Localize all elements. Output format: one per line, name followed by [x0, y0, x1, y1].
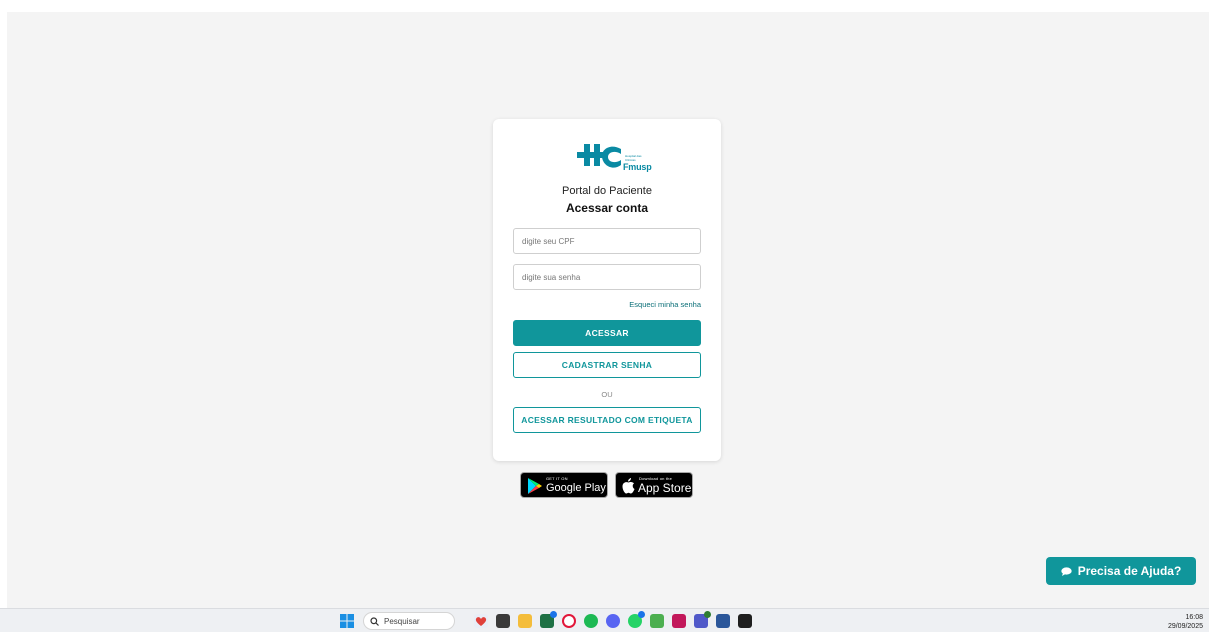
portal-subtitle: Portal do Paciente — [562, 185, 652, 197]
taskbar: Pesquisar 16:08 29/09/2025 — [0, 608, 1209, 632]
spotify-icon[interactable] — [584, 614, 598, 628]
taskbar-search[interactable]: Pesquisar — [363, 612, 455, 630]
register-password-button[interactable]: CADASTRAR SENHA — [513, 352, 701, 378]
google-play-small-text: GET IT ON — [546, 476, 568, 481]
task-view-icon[interactable] — [496, 614, 510, 628]
windows-start-icon[interactable] — [340, 614, 354, 628]
clock-date: 29/09/2025 — [1167, 623, 1203, 630]
clock-time: 16:08 — [1185, 614, 1203, 621]
notification-badge — [550, 611, 557, 618]
hc-logo-icon — [577, 144, 621, 168]
help-label: Precisa de Ajuda? — [1077, 564, 1182, 578]
or-separator: OU — [601, 390, 613, 399]
google-play-icon — [528, 478, 542, 494]
logo-fmusp-text: Fmusp — [623, 162, 652, 172]
access-result-label-button[interactable]: ACESSAR RESULTADO COM ETIQUETA — [513, 407, 701, 433]
notification-badge — [704, 611, 711, 618]
page-background: Hospital das Clínicas Fmusp Portal do Pa… — [7, 12, 1209, 608]
teams-icon[interactable] — [694, 611, 711, 628]
taskbar-search-placeholder: Pesquisar — [384, 616, 420, 626]
notification-badge — [638, 611, 645, 618]
app-icon[interactable] — [650, 614, 664, 628]
health-app-icon[interactable] — [474, 614, 488, 628]
search-icon — [370, 616, 379, 626]
word-icon[interactable] — [716, 614, 730, 628]
login-button[interactable]: ACESSAR — [513, 320, 701, 346]
hc-fmusp-logo: Hospital das Clínicas Fmusp — [573, 141, 652, 175]
cpf-input[interactable] — [513, 228, 701, 254]
excel-icon[interactable] — [540, 611, 557, 628]
google-play-badge[interactable]: GET IT ON Google Play — [520, 472, 608, 498]
heart-icon — [475, 617, 487, 626]
password-input[interactable] — [513, 264, 701, 290]
apple-icon — [622, 478, 635, 494]
app-store-big-text: App Store — [638, 481, 692, 495]
chat-bubble-icon — [1061, 566, 1072, 576]
whatsapp-icon[interactable] — [628, 611, 645, 628]
logo-small-text: Hospital das Clínicas — [625, 154, 642, 162]
system-clock[interactable]: 16:08 29/09/2025 — [1168, 613, 1203, 631]
google-play-big-text: Google Play — [546, 482, 606, 494]
app-store-badge[interactable]: Download on the App Store — [615, 472, 693, 498]
app-icon-2[interactable] — [672, 614, 686, 628]
help-chat-button[interactable]: Precisa de Ajuda? — [1046, 557, 1196, 585]
forgot-password-link[interactable]: Esqueci minha senha — [629, 300, 701, 309]
file-explorer-icon[interactable] — [518, 614, 532, 628]
opera-icon[interactable] — [562, 614, 576, 628]
terminal-icon[interactable] — [738, 614, 752, 628]
page-title: Acessar conta — [565, 201, 649, 215]
discord-icon[interactable] — [606, 614, 620, 628]
login-card: Hospital das Clínicas Fmusp Portal do Pa… — [493, 119, 721, 461]
